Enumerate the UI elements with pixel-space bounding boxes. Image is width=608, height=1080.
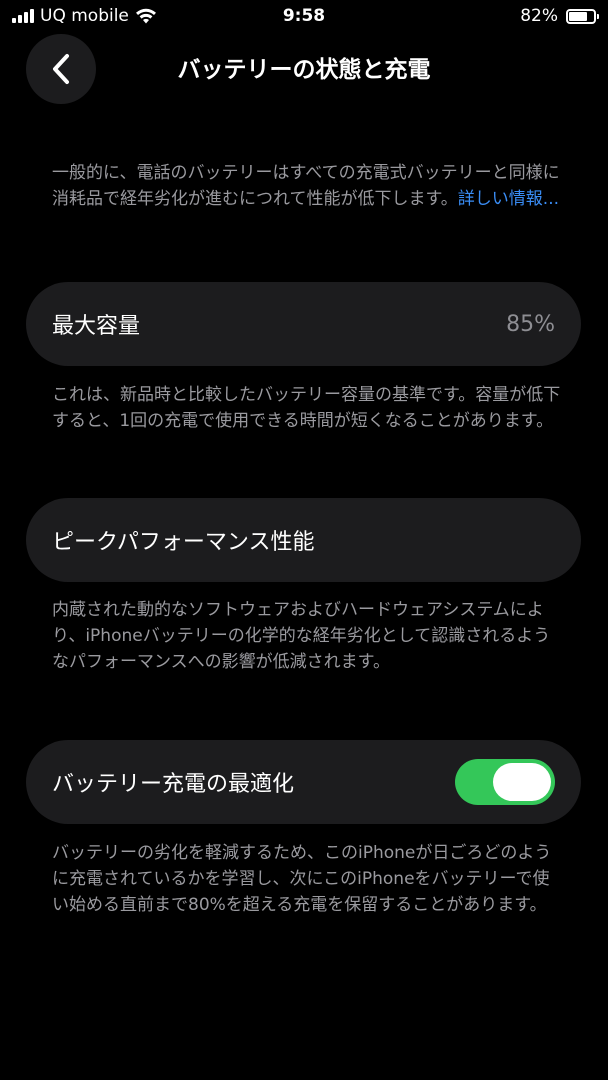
page-title: バッテリーの状態と充電 [177,57,431,83]
optimized-charging-description: バッテリーの劣化を軽減するため、このiPhoneが日ごろどのように充電されている… [52,843,552,915]
max-capacity-description: これは、新品時と比較したバッテリー容量の基準です。容量が低下すると、1回の充電で… [52,385,561,431]
max-capacity-value: 85% [506,311,555,337]
battery-percent: 82% [520,6,558,26]
peak-performance-row[interactable]: ピークパフォーマンス性能 [26,498,581,582]
battery-icon [566,8,599,24]
optimized-charging-label: バッテリー充電の最適化 [52,772,295,797]
max-capacity-row: 最大容量 85% [26,282,581,366]
learn-more-link[interactable]: 詳しい情報... [458,189,559,209]
toggle-knob [493,763,551,801]
status-time: 9:58 [282,6,326,26]
optimized-charging-toggle[interactable] [455,759,555,805]
battery-fill [569,11,587,21]
peak-performance-label: ピークパフォーマンス性能 [52,530,315,555]
peak-performance-description: 内蔵された動的なソフトウェアおよびハードウェアシステムにより、iPhoneバッテ… [52,600,551,672]
status-bar: UQ mobile 9:58 82% [0,0,608,34]
status-right: 82% [520,6,599,26]
optimized-charging-row: バッテリー充電の最適化 [26,740,581,824]
intro-description: 一般的に、電話のバッテリーはすべての充電式バッテリーと同様に消耗品で経年劣化が進… [52,160,562,212]
max-capacity-label: 最大容量 [52,314,141,339]
